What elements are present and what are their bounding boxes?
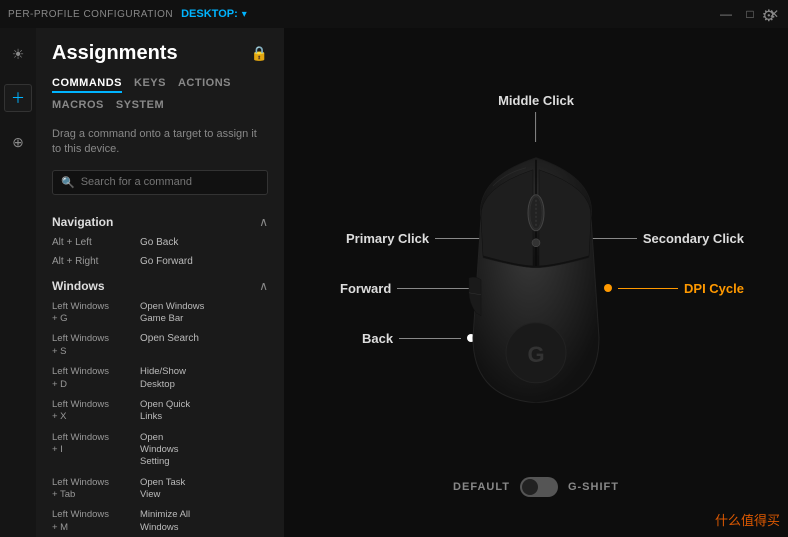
tab-actions[interactable]: ACTIONS [178,77,231,93]
sidebar-panel: Assignments 🔒 COMMANDS KEYS ACTIONS MACR… [36,28,284,537]
drag-hint-text: Drag a command onto a target to assign i… [36,121,284,166]
cmd-key: Alt + Left [52,237,132,248]
svg-text:G: G [527,341,544,366]
windows-section-header[interactable]: Windows ∧ [36,271,284,297]
cmd-key: Left Windows+ G [52,301,132,326]
list-item[interactable]: Left Windows+ M Minimize AllWindows [36,505,284,537]
add-nav-icon[interactable]: ＋ [4,84,32,112]
cmd-label: Hide/ShowDesktop [140,366,186,391]
cmd-key: Left Windows+ M [52,509,132,534]
cmd-label: Open QuickLinks [140,399,190,424]
cmd-key: Left Windows+ D [52,366,132,391]
tab-macros[interactable]: MACROS [52,99,104,113]
mode-toggle-switch[interactable] [520,477,558,497]
forward-label: Forward [340,281,391,296]
list-item[interactable]: Left Windows+ D Hide/ShowDesktop [36,362,284,395]
default-mode-label: DEFAULT [453,481,510,493]
mouse-diagram: Middle Click Primary Click Secondary Cli… [326,63,746,483]
nav-section-title: Navigation [52,215,113,229]
back-label: Back [362,331,393,346]
command-list: Navigation ∧ Alt + Left Go Back Alt + Ri… [36,207,284,537]
minimize-button[interactable]: — [720,8,732,20]
cmd-label: Open Search [140,333,199,358]
tabs-row-1: COMMANDS KEYS ACTIONS [36,73,284,97]
search-box[interactable]: 🔍 [52,170,268,195]
title-bar-left: PER-PROFILE CONFIGURATION DESKTOP: ▾ [8,8,247,20]
search-input[interactable] [81,176,259,188]
nav-collapse-icon: ∧ [259,215,268,229]
search-icon: 🔍 [61,176,75,189]
tab-system[interactable]: SYSTEM [116,99,164,113]
list-item[interactable]: Left Windows+ X Open QuickLinks [36,395,284,428]
cmd-label: Go Back [140,237,178,248]
list-item[interactable]: Left Windows+ S Open Search [36,329,284,362]
cmd-key: Alt + Right [52,256,132,267]
mode-toggle: DEFAULT G-SHIFT [453,477,619,497]
title-bar: PER-PROFILE CONFIGURATION DESKTOP: ▾ — □… [0,0,788,28]
settings-icon[interactable]: ⚙ [762,6,776,26]
brightness-nav-icon[interactable]: ☀ [4,40,32,68]
cmd-label: Go Forward [140,256,193,267]
cmd-label: Minimize AllWindows [140,509,190,534]
app-title: PER-PROFILE CONFIGURATION [8,9,173,20]
cmd-key: Left Windows+ Tab [52,477,132,502]
list-item[interactable]: Left Windows+ Tab Open TaskView [36,473,284,506]
toggle-knob [522,479,538,495]
profile-name: DESKTOP: [181,8,238,20]
gshift-mode-label: G-SHIFT [568,481,619,493]
nav-section-header[interactable]: Navigation ∧ [36,207,284,233]
list-item[interactable]: Left Windows+ I OpenWindowsSetting [36,428,284,473]
cmd-label: OpenWindowsSetting [140,432,179,469]
windows-collapse-icon: ∧ [259,279,268,293]
mouse-image: G [451,137,621,397]
tab-keys[interactable]: KEYS [134,77,166,93]
left-nav-strip: ☀ ＋ ⊕ [0,28,36,537]
sidebar-header: Assignments 🔒 [36,28,284,73]
move-nav-icon[interactable]: ⊕ [4,128,32,156]
profile-selector[interactable]: DESKTOP: ▾ [181,8,247,20]
cmd-key: Left Windows+ S [52,333,132,358]
chevron-down-icon: ▾ [242,9,247,20]
main-area: Middle Click Primary Click Secondary Cli… [284,28,788,537]
watermark-text: 什么值得买 [715,510,780,529]
list-item[interactable]: Alt + Left Go Back [36,233,284,252]
tabs-row-2: MACROS SYSTEM [36,97,284,121]
windows-section-title: Windows [52,279,105,293]
dpi-cycle-label: DPI Cycle [684,281,744,296]
cmd-key: Left Windows+ X [52,399,132,424]
secondary-click-label: Secondary Click [643,231,744,246]
sidebar-title: Assignments [52,42,178,65]
tab-commands[interactable]: COMMANDS [52,77,122,93]
maximize-button[interactable]: □ [744,8,756,20]
primary-click-label: Primary Click [346,231,429,246]
lock-icon: 🔒 [251,45,268,62]
list-item[interactable]: Alt + Right Go Forward [36,252,284,271]
cmd-label: Open WindowsGame Bar [140,301,204,326]
cmd-key: Left Windows+ I [52,432,132,469]
list-item[interactable]: Left Windows+ G Open WindowsGame Bar [36,297,284,330]
middle-click-label: Middle Click [498,93,574,108]
cmd-label: Open TaskView [140,477,185,502]
